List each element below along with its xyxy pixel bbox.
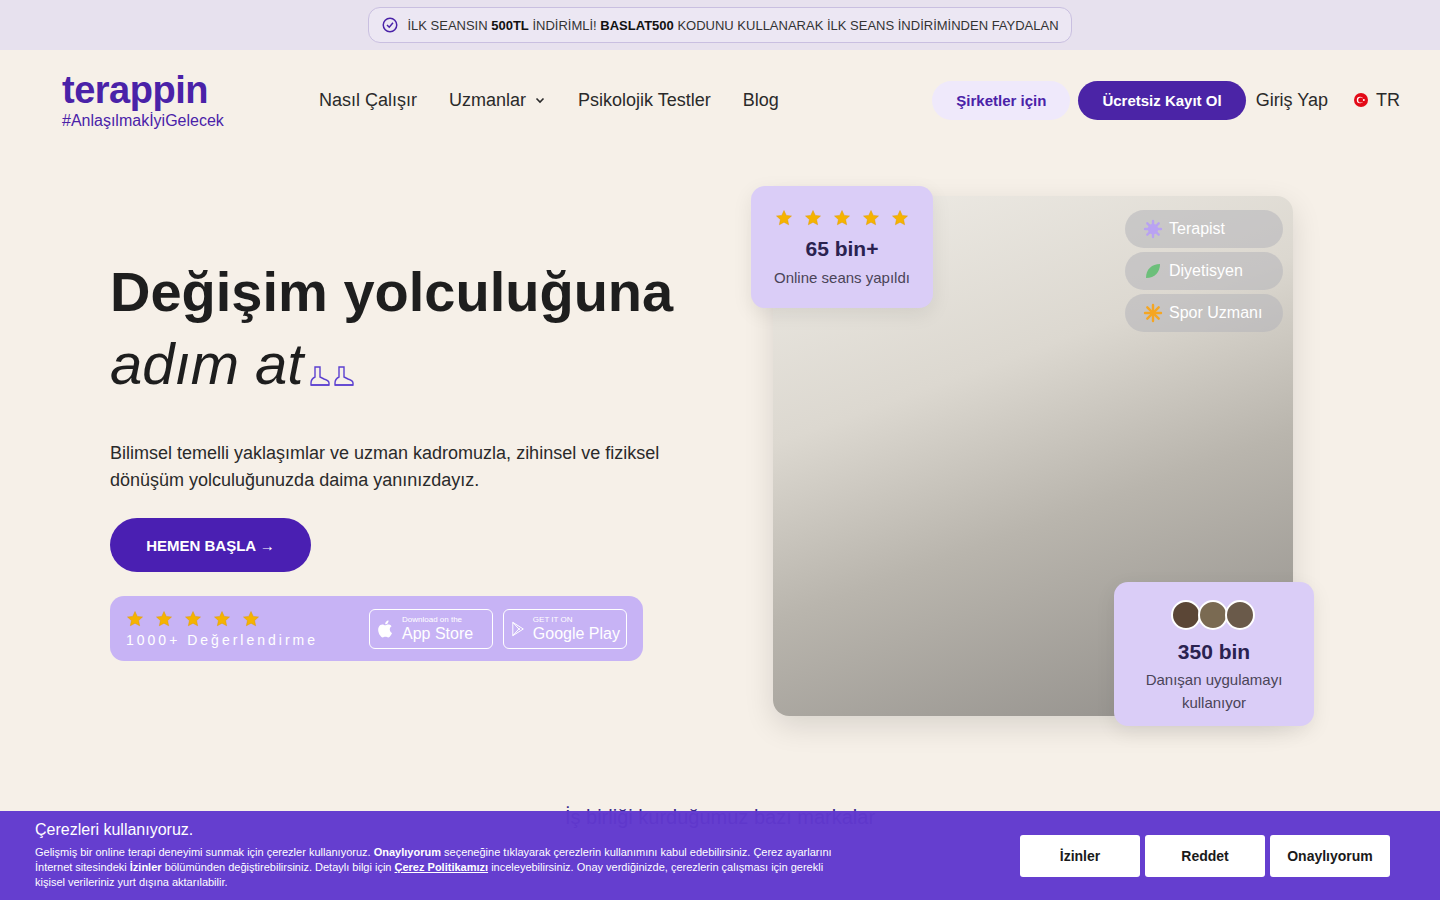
cookie-title: Çerezleri kullanıyoruz. bbox=[35, 821, 845, 839]
star-icon bbox=[775, 209, 793, 227]
logo[interactable]: terappin #AnlaşılmakİyiGelecek bbox=[62, 70, 319, 130]
star-icon bbox=[242, 610, 260, 628]
promo-banner[interactable]: İLK SEANSIN 500TL İNDİRİMLİ! BASLAT500 K… bbox=[368, 7, 1071, 43]
apple-icon bbox=[376, 618, 396, 640]
rating-strip: 1000+ Değerlendirme Download on theApp St… bbox=[110, 596, 643, 661]
logo-tagline: #AnlaşılmakİyiGelecek bbox=[62, 112, 319, 130]
page: İLK SEANSIN 500TL İNDİRİMLİ! BASLAT500 K… bbox=[0, 0, 1440, 900]
sessions-label: Online seans yapıldı bbox=[774, 269, 910, 286]
specialist-pill[interactable]: Terapist bbox=[1125, 210, 1283, 248]
header-actions: Şirketler içinÜcretsiz Kayıt Ol Giriş Yap… bbox=[932, 81, 1400, 120]
star-icon bbox=[184, 610, 202, 628]
nav-item[interactable]: Uzmanlar bbox=[449, 90, 546, 111]
hero: Değişim yolculuğunaadım at Bilimsel temel… bbox=[0, 150, 1440, 726]
header: terappin #AnlaşılmakİyiGelecekNasıl Çalış… bbox=[0, 50, 1440, 150]
specialist-list: Terapist Diyetisyen Spor Uzmanı bbox=[1125, 210, 1283, 332]
star-rating bbox=[126, 610, 359, 628]
google-play-icon bbox=[510, 617, 527, 641]
promo-text: İLK SEANSIN 500TL İNDİRİMLİ! BASLAT500 K… bbox=[407, 18, 1058, 33]
avatar bbox=[1171, 600, 1201, 630]
language-selector[interactable]: TR bbox=[1354, 90, 1400, 111]
login-link[interactable]: Giriş Yap bbox=[1256, 90, 1328, 111]
users-card: 350 bin Danışan uygulamayı kullanıyor bbox=[1114, 582, 1314, 726]
nav-item[interactable]: Blog bbox=[743, 90, 779, 111]
specialty-icon bbox=[1143, 219, 1163, 239]
hero-description: Bilimsel temelli yaklaşımlar ve uzman ka… bbox=[110, 440, 710, 494]
store-badge[interactable]: GET IT ONGoogle Play bbox=[503, 609, 627, 649]
signup-button[interactable]: Ücretsiz Kayıt Ol bbox=[1078, 81, 1245, 120]
cookie-banner: Çerezleri kullanıyoruz. Gelişmiş bir onli… bbox=[0, 811, 1440, 900]
avatar bbox=[1198, 600, 1228, 630]
star-icon bbox=[155, 610, 173, 628]
cookie-button[interactable]: Onaylıyorum bbox=[1270, 835, 1390, 877]
star-icon bbox=[804, 209, 822, 227]
star-icon bbox=[126, 610, 144, 628]
turkey-flag-icon bbox=[1354, 93, 1368, 107]
start-button[interactable]: HEMEN BAŞLA → bbox=[110, 518, 311, 572]
star-rating bbox=[775, 209, 909, 227]
hero-visual: 65 bin+ Online seans yapıldı Terapist Diyet… bbox=[751, 186, 1314, 726]
cookie-button[interactable]: İzinler bbox=[1020, 835, 1140, 877]
star-icon bbox=[862, 209, 880, 227]
users-label: Danışan uygulamayı kullanıyor bbox=[1139, 668, 1289, 714]
cookie-text: Gelişmiş bir online terapi deneyimi sunm… bbox=[35, 845, 845, 890]
star-icon bbox=[833, 209, 851, 227]
avatar bbox=[1225, 600, 1255, 630]
shoe-icon bbox=[309, 364, 331, 388]
nav-item[interactable]: Psikolojik Testler bbox=[578, 90, 711, 111]
sessions-card: 65 bin+ Online seans yapıldı bbox=[751, 186, 933, 308]
specialist-pill[interactable]: Spor Uzmanı bbox=[1125, 294, 1283, 332]
shoe-icon bbox=[333, 364, 355, 388]
logo-name: terappin bbox=[62, 70, 319, 110]
hero-title: Değişim yolculuğuna bbox=[110, 256, 751, 328]
store-badge[interactable]: Download on theApp Store bbox=[369, 609, 493, 649]
cookie-button[interactable]: Reddet bbox=[1145, 835, 1265, 877]
users-value: 350 bin bbox=[1178, 640, 1250, 664]
specialist-pill[interactable]: Diyetisyen bbox=[1125, 252, 1283, 290]
star-icon bbox=[891, 209, 909, 227]
main-nav: Nasıl Çalışır Uzmanlar Psikolojik Testler B… bbox=[319, 90, 779, 111]
chevron-down-icon bbox=[534, 94, 546, 106]
specialty-icon bbox=[1143, 261, 1163, 281]
specialty-icon bbox=[1143, 303, 1163, 323]
check-circle-icon bbox=[381, 16, 399, 34]
cookie-buttons: İzinlerReddetOnaylıyorum bbox=[1020, 835, 1390, 877]
business-button[interactable]: Şirketler için bbox=[932, 81, 1070, 120]
star-icon bbox=[213, 610, 231, 628]
sessions-value: 65 bin+ bbox=[806, 237, 879, 261]
avatar-group bbox=[1174, 600, 1255, 630]
promo-bar: İLK SEANSIN 500TL İNDİRİMLİ! BASLAT500 K… bbox=[0, 0, 1440, 50]
rating-label: 1000+ Değerlendirme bbox=[126, 632, 359, 648]
nav-item[interactable]: Nasıl Çalışır bbox=[319, 90, 417, 111]
hero-subtitle: adım at bbox=[110, 328, 751, 400]
hero-content: Değişim yolculuğunaadım at Bilimsel temel… bbox=[110, 186, 751, 661]
